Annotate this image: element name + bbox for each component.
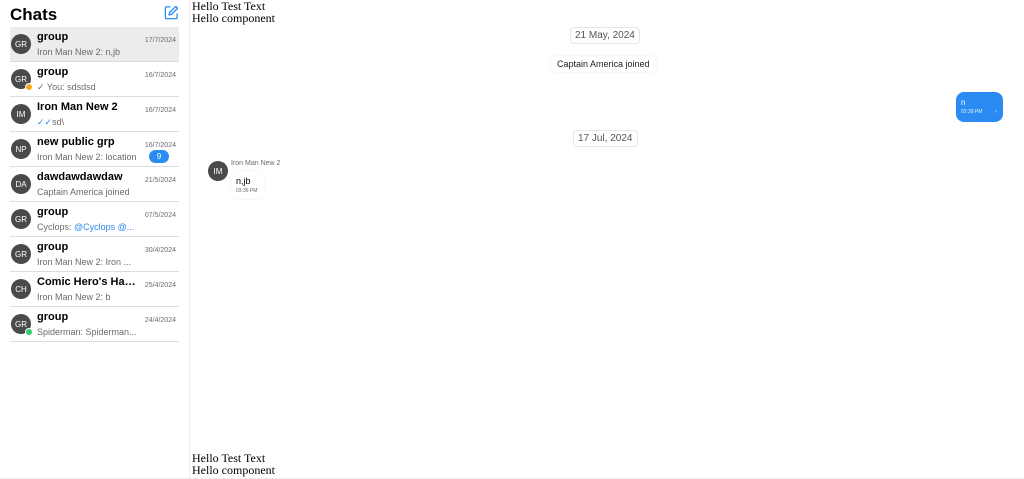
chat-name: new public grp: [37, 135, 115, 148]
chat-name: group: [37, 205, 69, 218]
chat-date: 25/4/2024: [144, 282, 176, 289]
avatar-initials: NP: [15, 144, 27, 154]
preview-text: Iron Man New 2: location: [37, 151, 137, 162]
avatar: GR: [11, 34, 31, 54]
chat-name: group: [37, 30, 69, 43]
chat-preview: Iron Man New 2: location: [37, 151, 137, 163]
chat-list-item[interactable]: GR group ✓ You: sdsdsd 16/7/2024: [10, 62, 179, 97]
avatar: GR: [11, 69, 33, 91]
chat-date: 07/5/2024: [144, 212, 176, 219]
date-separator: 17 Jul, 2024: [573, 130, 638, 147]
preview-text: sd\: [52, 116, 65, 127]
message-sender: Iron Man New 2: [231, 160, 281, 167]
chat-preview: ✓✓sd\: [37, 116, 137, 128]
chat-list-item[interactable]: GR group Spiderman: Spiderman... 24/4/2024: [10, 307, 179, 342]
read-check-icon: ✓✓: [37, 116, 53, 127]
compose-icon: [164, 5, 178, 20]
chat-name: group: [37, 310, 69, 323]
bottom-banner-line-2: Hello component: [192, 463, 275, 477]
compose-button[interactable]: [163, 5, 179, 21]
status-indicator: [25, 328, 33, 336]
chat-date: 16/7/2024: [144, 142, 176, 149]
chat-list-item[interactable]: IM Iron Man New 2 ✓✓sd\ 16/7/2024: [10, 97, 179, 132]
preview-sender: Cyclops:: [37, 221, 75, 232]
chat-preview: Captain America joined: [37, 186, 137, 198]
sidebar-title: Chats: [10, 4, 58, 24]
chat-date: 16/7/2024: [144, 107, 176, 114]
chat-preview: Iron Man New 2: Iron ...: [37, 256, 137, 268]
chat-list-item[interactable]: GR group Iron Man New 2: n,jb 17/7/2024: [10, 27, 179, 62]
preview-text: Captain America joined: [37, 186, 130, 197]
status-indicator: [25, 83, 33, 91]
preview-text: Spiderman: Spiderman...: [37, 326, 137, 337]
avatar: IM: [11, 104, 31, 124]
chat-preview: Iron Man New 2: b: [37, 291, 137, 303]
chat-sidebar: Chats GR group Iron Man New 2: n,jb 17/7/20…: [0, 0, 190, 479]
chat-list-item[interactable]: GR group Iron Man New 2: Iron ... 30/4/2024: [10, 237, 179, 272]
chat-name: group: [37, 240, 69, 253]
chat-name: Iron Man New 2: [37, 100, 118, 113]
chat-date: 21/5/2024: [144, 177, 176, 184]
preview-text: Iron Man New 2: b: [37, 291, 111, 302]
avatar: DA: [11, 174, 31, 194]
unread-badge: 9: [149, 150, 169, 163]
incoming-message: IM Iron Man New 2 n,jb 03:36 PM: [207, 160, 327, 201]
avatar-initials: GR: [15, 319, 27, 329]
preview-text: You: sdsdsd: [46, 81, 96, 92]
avatar: GR: [11, 314, 33, 336]
avatar-initials: GR: [15, 74, 27, 84]
chat-list-item[interactable]: GR group Cyclops: @Cyclops @... 07/5/2024: [10, 202, 179, 237]
top-banner: Hello Test Text Hello component: [192, 0, 275, 24]
sent-check-icon: ✓: [37, 81, 47, 92]
chat-preview: Spiderman: Spiderman...: [37, 326, 137, 338]
avatar: GR: [11, 244, 31, 264]
chat-date: 30/4/2024: [144, 247, 176, 254]
avatar: CH: [11, 279, 31, 299]
preview-text: Iron Man New 2: n,jb: [37, 46, 121, 57]
date-separator: 21 May, 2024: [570, 27, 640, 44]
chat-name: group: [37, 65, 69, 78]
chat-preview: Iron Man New 2: n,jb: [37, 46, 137, 58]
preview-text: Iron Man New 2: Iron ...: [37, 256, 132, 267]
chat-name: dawdawdawdaw: [37, 170, 123, 183]
bottom-banner: Hello Test Text Hello component: [192, 452, 275, 476]
message-text: n: [961, 98, 966, 107]
avatar-initials: IM: [16, 109, 26, 119]
chat-preview: ✓ You: sdsdsd: [37, 81, 137, 93]
system-message: Captain America joined: [551, 56, 656, 72]
message-time: 03:39 PM: [961, 109, 983, 115]
message-time: 03:36 PM: [236, 188, 258, 194]
chat-name: Comic Hero's Han...: [37, 275, 137, 288]
avatar-initials: GR: [15, 214, 27, 224]
chat-preview: Cyclops: @Cyclops @...: [37, 221, 137, 233]
top-banner-line-2: Hello component: [192, 11, 275, 25]
avatar-initials: GR: [15, 39, 27, 49]
incoming-message-bubble[interactable]: n,jb 03:36 PM: [231, 171, 264, 199]
preview-mention: @Cyclops @...: [74, 221, 135, 232]
chat-list-item[interactable]: CH Comic Hero's Han... Iron Man New 2: b 25…: [10, 272, 179, 307]
chat-date: 16/7/2024: [144, 72, 176, 79]
avatar[interactable]: IM: [208, 161, 228, 181]
avatar-initials: CH: [15, 284, 27, 294]
sidebar-header: Chats: [0, 0, 189, 27]
outgoing-message-bubble[interactable]: n 03:39 PM ✓: [956, 92, 1003, 122]
avatar-initials: GR: [15, 249, 27, 259]
chat-date: 24/4/2024: [144, 317, 176, 324]
avatar: GR: [11, 209, 31, 229]
message-text: n,jb: [236, 176, 251, 186]
chat-list-item[interactable]: DA dawdawdawdaw Captain America joined 21/5…: [10, 167, 179, 202]
conversation-panel: Hello Test Text Hello component 21 May, …: [191, 0, 1024, 479]
sent-check-icon: ✓: [993, 109, 998, 115]
chat-list: GR group Iron Man New 2: n,jb 17/7/2024 GR gr…: [10, 27, 179, 342]
avatar-initials: DA: [15, 179, 27, 189]
chat-list-item[interactable]: NP new public grp Iron Man New 2: location…: [10, 132, 179, 167]
avatar: NP: [11, 139, 31, 159]
chat-date: 17/7/2024: [144, 37, 176, 44]
